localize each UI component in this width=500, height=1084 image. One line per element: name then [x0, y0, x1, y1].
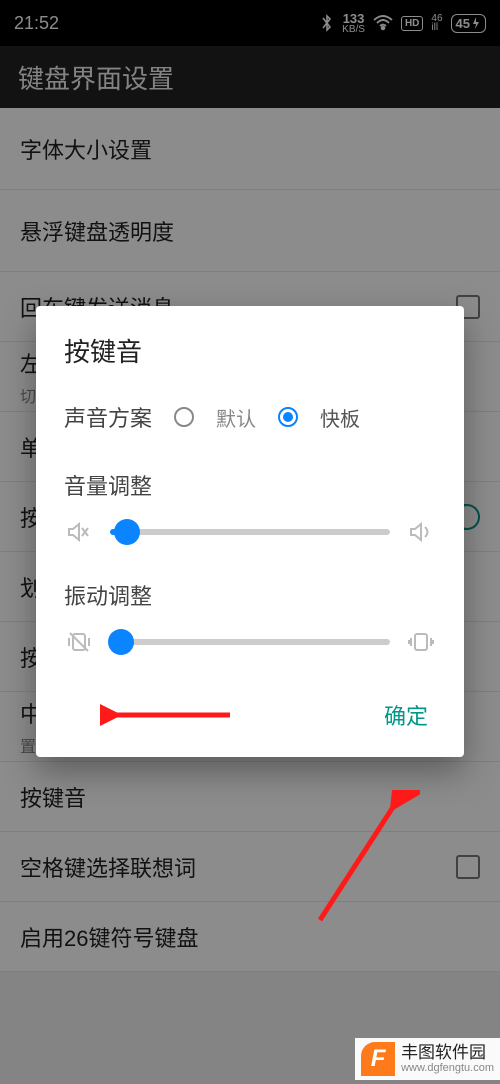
volume-slider-row — [36, 511, 464, 551]
vibration-slider-row — [36, 621, 464, 661]
radio-default-label: 默认 — [216, 403, 256, 432]
sound-scheme-label: 声音方案 — [64, 401, 152, 433]
vibration-label: 振动调整 — [36, 551, 464, 621]
speaker-icon — [406, 519, 436, 545]
slider-thumb[interactable] — [114, 519, 140, 545]
radio-kuaiban-label: 快板 — [320, 403, 360, 432]
vibrate-mute-icon — [64, 629, 94, 655]
volume-label: 音量调整 — [36, 441, 464, 511]
key-sound-dialog: 按键音 声音方案 默认 快板 音量调整 振动调整 — [36, 306, 464, 757]
sound-scheme-row: 声音方案 默认 快板 — [36, 387, 464, 441]
dialog-title: 按键音 — [36, 306, 464, 387]
slider-thumb[interactable] — [108, 629, 134, 655]
watermark-url: www.dgfengtu.com — [401, 1062, 494, 1074]
ok-button[interactable]: 确定 — [370, 691, 442, 739]
radio-default[interactable] — [174, 407, 194, 427]
watermark-text: 丰图软件园 www.dgfengtu.com — [401, 1044, 494, 1075]
vibration-slider[interactable] — [110, 639, 390, 645]
watermark: F 丰图软件园 www.dgfengtu.com — [355, 1038, 500, 1080]
volume-mute-icon — [64, 519, 94, 545]
radio-group: 默认 快板 — [166, 403, 360, 432]
volume-slider[interactable] — [110, 529, 390, 535]
radio-kuaiban[interactable] — [278, 407, 298, 427]
vibrate-icon — [406, 629, 436, 655]
watermark-name: 丰图软件园 — [401, 1044, 494, 1063]
dialog-actions: 确定 — [36, 661, 464, 757]
watermark-logo: F — [361, 1042, 395, 1076]
